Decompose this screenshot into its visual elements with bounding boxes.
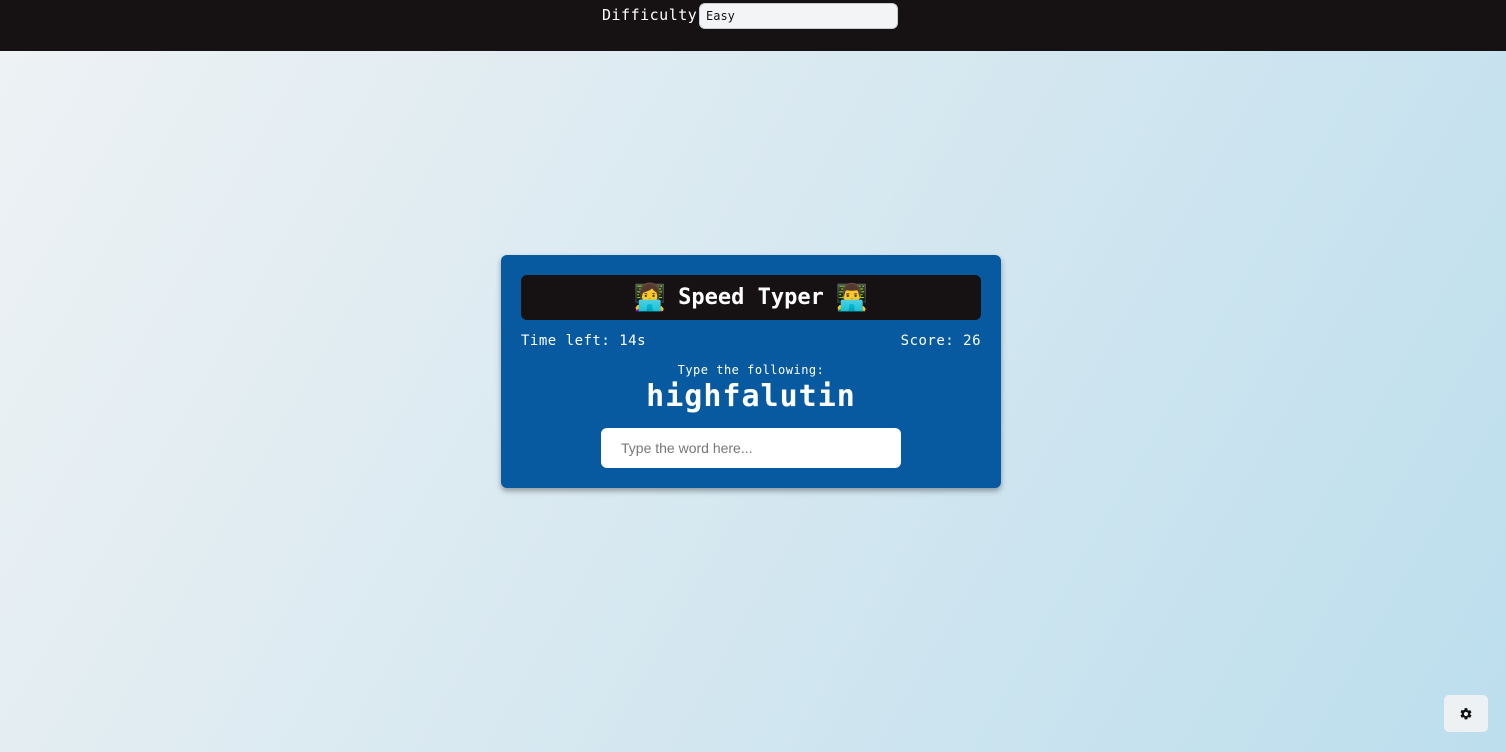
difficulty-select[interactable]: Easy [699, 3, 898, 29]
game-card: 👩‍💻 Speed Typer 👨‍💻 Time left: 14s Score… [501, 255, 1001, 488]
prompt-label: Type the following: [677, 363, 825, 377]
man-technologist-icon: 👨‍💻 [835, 282, 869, 313]
word-input[interactable] [601, 428, 901, 468]
settings-bar: Difficulty Easy [0, 0, 1506, 51]
gear-icon [1460, 707, 1472, 719]
score: Score: 26 [900, 333, 981, 349]
time-left: Time left: 14s [521, 333, 647, 349]
page-title: Speed Typer [678, 285, 824, 310]
settings-button[interactable] [1444, 695, 1488, 732]
title-bar: 👩‍💻 Speed Typer 👨‍💻 [521, 275, 981, 320]
woman-technologist-icon: 👩‍💻 [633, 282, 667, 313]
target-word: highfalutin [646, 379, 856, 414]
difficulty-label: Difficulty [602, 6, 698, 24]
